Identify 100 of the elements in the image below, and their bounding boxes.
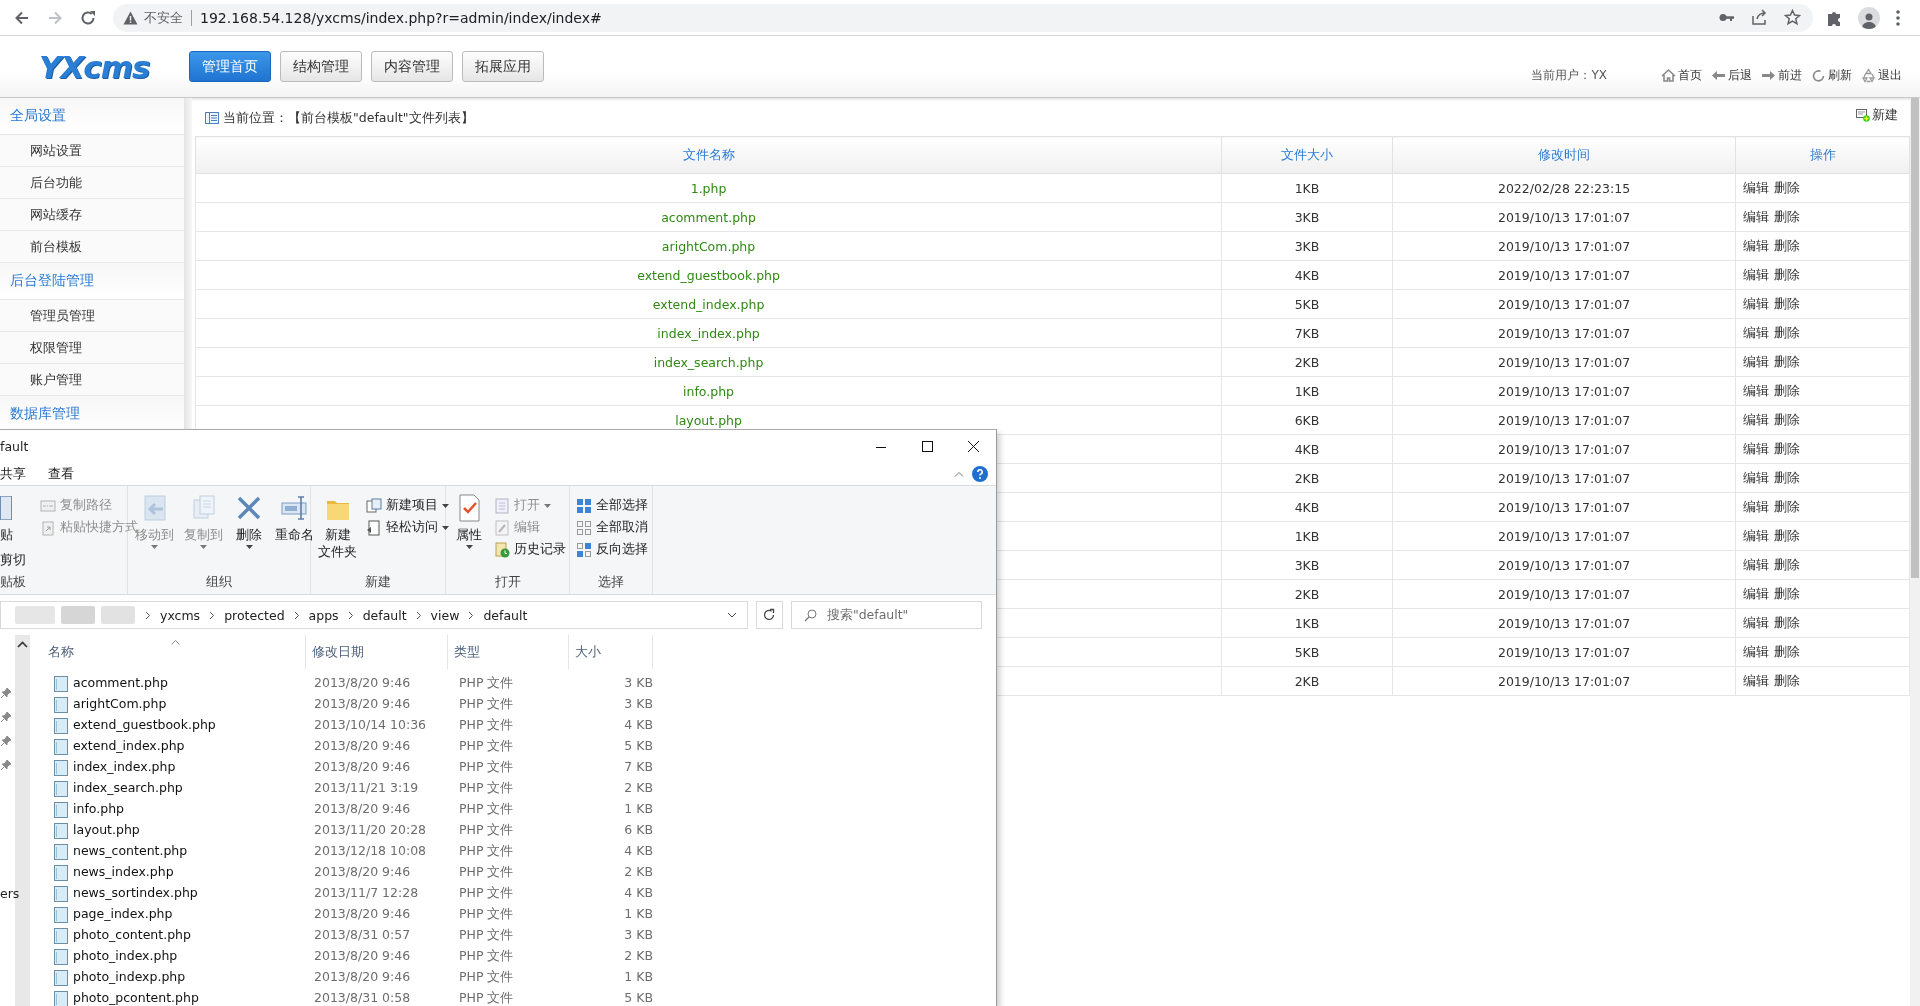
action-link[interactable]: 编辑 [1743,179,1770,195]
action-link[interactable]: 编辑 [1743,527,1770,543]
action-link[interactable]: 编辑 [1743,353,1770,369]
action-link[interactable]: 删除 [1774,527,1801,543]
action-link[interactable]: 删除 [1774,295,1801,311]
action-link[interactable]: 删除 [1774,440,1801,456]
nav-tab[interactable]: 管理首页 [189,51,271,82]
path-segment[interactable]: view [430,607,460,623]
address-bar[interactable]: 不安全 192.168.54.128/yxcms/index.php?r=admin/index/index# [113,3,1813,32]
header-link[interactable]: 刷新 [1811,67,1852,84]
header-link[interactable]: 退出 [1861,67,1902,84]
path-segment[interactable]: yxcms [160,607,201,623]
sidebar-group[interactable]: 数据库管理 [10,405,80,423]
ribbon-tab[interactable]: 查看 [48,463,74,485]
path-segment[interactable]: default [483,607,528,623]
ribbon-button[interactable]: 贴 [0,490,17,545]
address-field[interactable]: yxcms protected apps default view default [0,601,748,629]
action-link[interactable]: 删除 [1774,556,1801,572]
refresh-button[interactable] [756,601,783,629]
new-button[interactable]: 新建 [1856,106,1899,124]
ribbon-tab[interactable]: 共享 [0,463,26,485]
action-link[interactable]: 删除 [1774,237,1801,253]
scroll-up-icon[interactable] [17,641,28,648]
file-name[interactable]: index_search.php [73,780,183,795]
action-link[interactable]: 编辑 [1743,556,1770,572]
action-link[interactable]: 删除 [1774,208,1801,224]
sidebar-item[interactable]: 后台功能 [30,173,82,192]
column-header[interactable]: 大小 [569,635,653,669]
avatar-icon[interactable] [1858,6,1880,29]
file-name[interactable]: photo_index.php [73,948,178,963]
nav-tab[interactable]: 拓展应用 [462,51,544,82]
nav-tab[interactable]: 结构管理 [280,51,362,82]
header-link[interactable]: 前进 [1761,67,1802,84]
sidebar-item[interactable]: 前台模板 [30,237,82,256]
action-link[interactable]: 删除 [1774,643,1801,659]
action-link[interactable]: 编辑 [1743,672,1770,688]
action-link[interactable]: 编辑 [1743,469,1770,485]
nav-tab[interactable]: 内容管理 [371,51,453,82]
file-name[interactable]: news_index.php [73,864,174,879]
file-name[interactable]: acomment.php [73,675,168,690]
action-link[interactable]: 删除 [1774,266,1801,282]
pin-icon[interactable] [1,760,11,770]
action-link[interactable]: 删除 [1774,469,1801,485]
action-link[interactable]: 编辑 [1743,295,1770,311]
file-name[interactable]: page_index.php [73,906,173,921]
file-name[interactable]: arightCom.php [73,696,167,711]
ribbon-button[interactable]: 新建项目 [364,496,451,515]
action-link[interactable]: 删除 [1774,382,1801,398]
pin-icon[interactable] [1,736,11,746]
ribbon-button[interactable]: 删除 [230,490,268,551]
header-link[interactable]: 首页 [1661,67,1702,84]
ribbon-button[interactable]: 历史记录 [492,540,568,559]
pin-icon[interactable] [1,712,11,722]
file-name[interactable]: layout.php [73,822,140,837]
search-field[interactable]: 搜索"default" [790,601,982,629]
column-header[interactable]: 修改日期 [306,635,448,669]
pin-icon[interactable] [1,688,11,698]
file-name[interactable]: news_sortindex.php [73,885,198,900]
action-link[interactable]: 删除 [1774,498,1801,514]
file-name[interactable]: photo_content.php [73,927,191,942]
action-link[interactable]: 编辑 [1743,614,1770,630]
action-link[interactable]: 编辑 [1743,585,1770,601]
action-link[interactable]: 删除 [1774,411,1801,427]
file-name[interactable]: news_content.php [73,843,188,858]
sidebar-item[interactable]: 账户管理 [30,370,82,389]
action-link[interactable]: 删除 [1774,353,1801,369]
sidebar-item[interactable]: 网站设置 [30,141,82,160]
nav-item-text[interactable]: ers [0,886,20,901]
action-link[interactable]: 删除 [1774,672,1801,688]
action-link[interactable]: 编辑 [1743,643,1770,659]
ribbon-button[interactable]: 剪切 [0,548,26,569]
menu-icon[interactable] [1895,8,1901,27]
file-name[interactable]: photo_pcontent.php [73,990,199,1005]
ribbon-button[interactable]: 轻松访问 [364,518,451,537]
file-name[interactable]: photo_indexp.php [73,969,186,984]
scroll-thumb[interactable] [1911,98,1920,578]
ribbon-button[interactable]: 重命名 [272,490,317,545]
ribbon-button[interactable]: 全部取消 [574,518,650,537]
sidebar-group[interactable]: 全局设置 [10,107,66,125]
path-segment[interactable]: protected [224,607,285,623]
action-link[interactable]: 编辑 [1743,208,1770,224]
star-icon[interactable] [1784,9,1801,26]
path-segment[interactable]: apps [308,607,339,623]
header-link[interactable]: 后退 [1711,67,1752,84]
ribbon-button[interactable]: 全部选择 [574,496,650,515]
action-link[interactable]: 删除 [1774,614,1801,630]
ribbon-button[interactable]: 新建 文件夹 [315,490,360,562]
column-header[interactable]: 类型 [448,635,569,669]
action-link[interactable]: 删除 [1774,585,1801,601]
action-link[interactable]: 删除 [1774,324,1801,340]
action-link[interactable]: 编辑 [1743,411,1770,427]
file-name[interactable]: extend_index.php [73,738,185,753]
file-name[interactable]: extend_guestbook.php [73,717,216,732]
file-name[interactable]: info.php [73,801,124,816]
share-icon[interactable] [1751,9,1768,26]
action-link[interactable]: 编辑 [1743,498,1770,514]
sidebar-item[interactable]: 网站缓存 [30,205,82,224]
path-segment[interactable]: default [362,607,407,623]
action-link[interactable]: 编辑 [1743,324,1770,340]
action-link[interactable]: 编辑 [1743,382,1770,398]
